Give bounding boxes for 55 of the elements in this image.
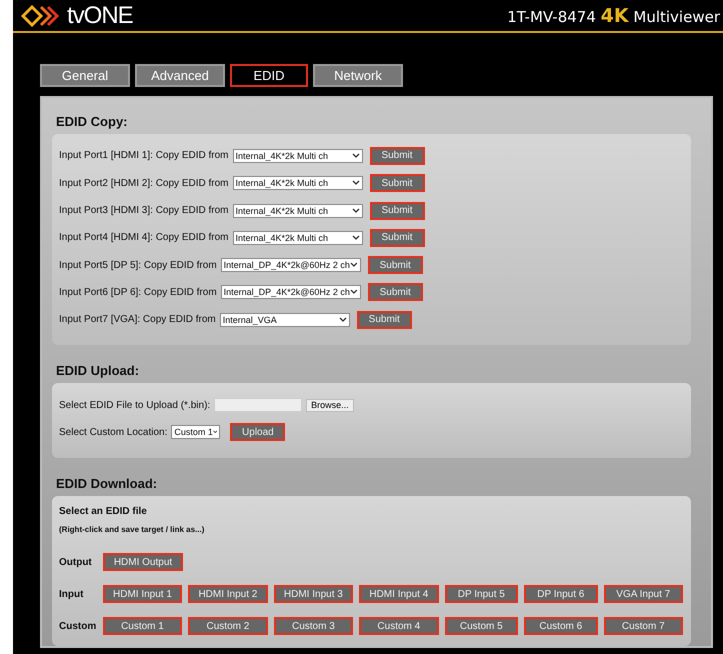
submit-button[interactable]: Submit <box>370 174 424 192</box>
source-dropdown[interactable]: Internal_4K*2k Multi ch <box>232 176 362 190</box>
row-label: Output <box>59 556 93 568</box>
product-title: 1T-MV-8474 4K Multiviewer <box>507 4 720 27</box>
submit-button[interactable]: Submit <box>356 310 412 329</box>
tab[interactable]: Advanced <box>135 64 225 88</box>
row-label: Input Port2 [HDMI 2]: Copy EDID from <box>59 178 228 189</box>
download-link-button[interactable]: HDMI Input 3 <box>274 585 354 603</box>
source-dropdown[interactable]: Internal_DP_4K*2k@60Hz 2 ch <box>220 285 361 300</box>
download-heading: Select an EDID file <box>59 506 148 517</box>
download-link-button[interactable]: HDMI Output <box>103 553 183 571</box>
submit-button[interactable]: Submit <box>368 283 423 302</box>
section-title: EDID Download: <box>56 476 158 491</box>
section-title: EDID Copy: <box>56 114 128 130</box>
tab[interactable]: Network <box>313 64 403 88</box>
source-dropdown[interactable]: Internal_VGA <box>220 312 350 327</box>
source-dropdown[interactable]: Internal_DP_4K*2k@60Hz 2 ch <box>220 258 361 272</box>
row-label: Input Port4 [HDMI 4]: Copy EDID from <box>59 232 228 244</box>
download-link-button[interactable]: Custom 3 <box>274 617 354 635</box>
row-label: Input Port7 [VGA]: Copy EDID from <box>59 314 216 326</box>
row-label: Select Custom Location: <box>59 426 168 438</box>
submit-button[interactable]: Submit <box>368 256 423 274</box>
download-link-button[interactable]: DP Input 6 <box>524 585 598 603</box>
row-label: Input <box>59 588 84 600</box>
download-link-button[interactable]: Custom 2 <box>188 617 268 635</box>
location-dropdown[interactable]: Custom 1 <box>171 425 220 440</box>
download-link-button[interactable]: Custom 1 <box>102 617 182 635</box>
source-dropdown[interactable]: Internal_4K*2k Multi ch <box>232 204 362 218</box>
submit-button[interactable]: Submit <box>370 228 424 247</box>
source-dropdown[interactable]: Internal_4K*2k Multi ch <box>232 148 362 163</box>
submit-button[interactable]: Submit <box>370 146 424 165</box>
download-link-button[interactable]: HDMI Input 4 <box>359 585 439 603</box>
download-link-button[interactable]: VGA Input 7 <box>604 585 683 603</box>
browse-button[interactable]: Browse... <box>306 398 354 412</box>
upload-button[interactable]: Upload <box>230 423 286 442</box>
row-label: Input Port6 [DP 6]: Copy EDID from <box>59 286 217 298</box>
tab[interactable]: General <box>40 64 130 88</box>
download-link-button[interactable]: Custom 7 <box>604 617 683 635</box>
brand-name: tvONE <box>67 2 133 30</box>
download-hint: (Right-click and save target / link as...) <box>59 525 206 534</box>
tab[interactable]: EDID <box>230 64 308 88</box>
download-link-button[interactable]: DP Input 5 <box>444 585 518 603</box>
row-label: Select EDID File to Upload (*.bin): <box>59 400 210 411</box>
download-link-button[interactable]: Custom 5 <box>444 617 518 635</box>
row-label: Custom <box>59 620 97 632</box>
download-link-button[interactable]: HDMI Input 2 <box>188 585 268 603</box>
download-link-button[interactable]: HDMI Input 1 <box>102 585 182 603</box>
row-label: Input Port1 [HDMI 1]: Copy EDID from <box>59 150 228 162</box>
source-dropdown[interactable]: Internal_4K*2k Multi ch <box>232 230 362 245</box>
row-label: Input Port3 [HDMI 3]: Copy EDID from <box>59 205 228 216</box>
download-link-button[interactable]: Custom 4 <box>359 617 439 635</box>
download-link-button[interactable]: Custom 6 <box>524 617 598 635</box>
row-label: Input Port5 [DP 5]: Copy EDID from <box>59 260 217 271</box>
section-title: EDID Upload: <box>56 363 140 378</box>
submit-button[interactable]: Submit <box>370 202 424 220</box>
